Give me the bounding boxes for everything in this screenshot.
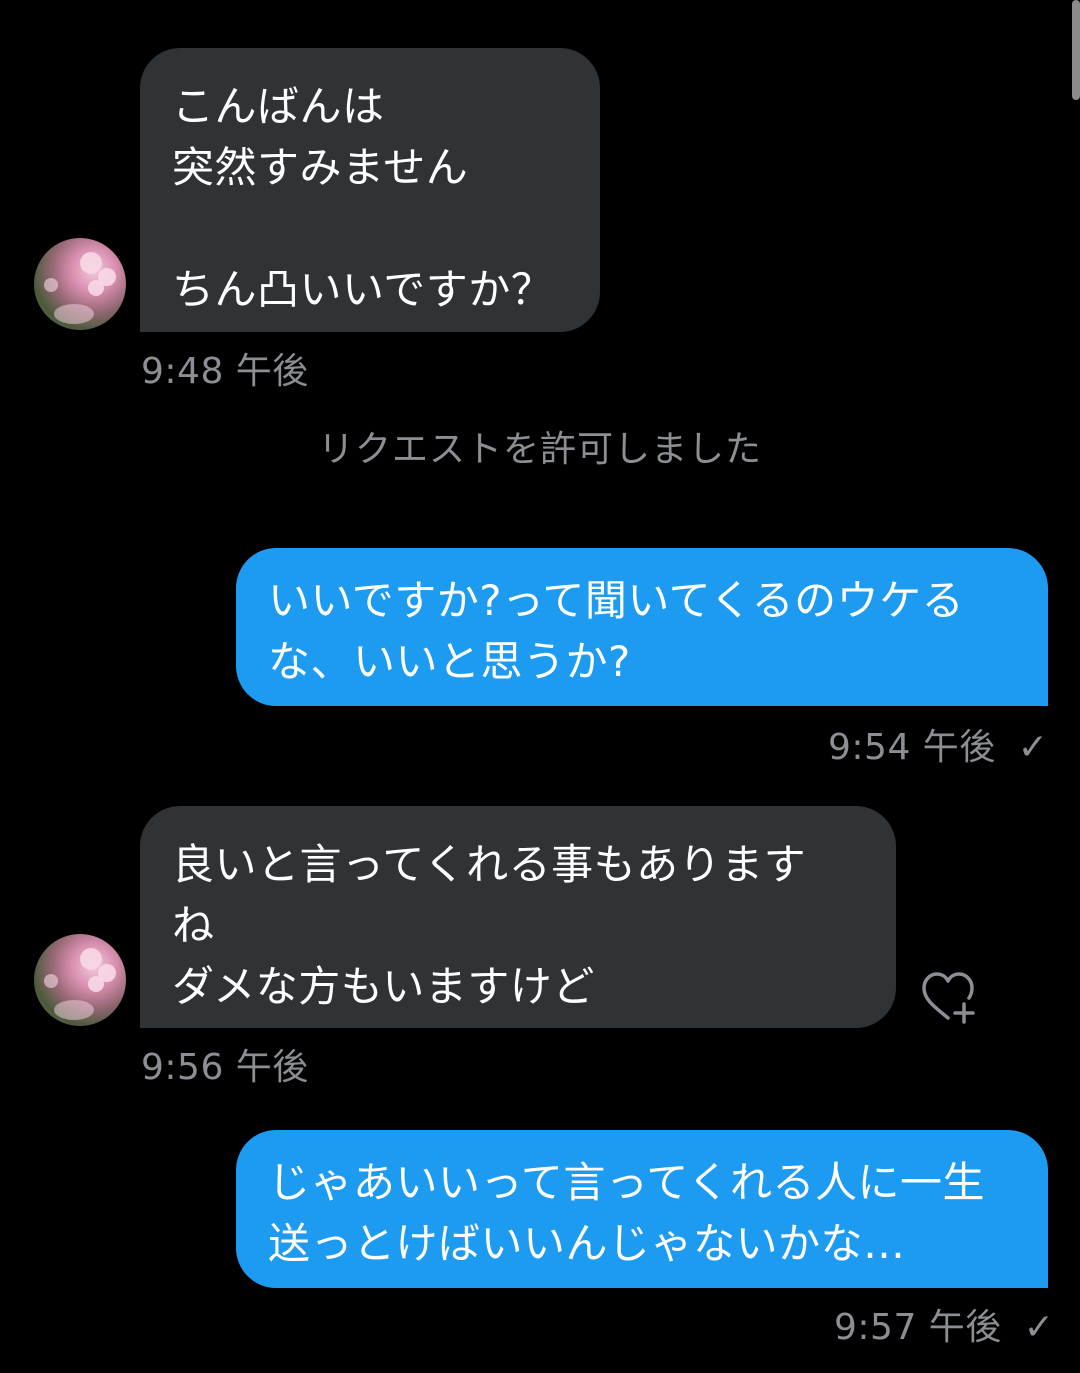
heart-plus-icon[interactable]	[918, 968, 978, 1028]
avatar[interactable]	[34, 934, 126, 1026]
message-time: 9:57 午後	[834, 1307, 1002, 1348]
message-time: 9:54 午後	[828, 727, 996, 768]
incoming-message-bubble[interactable]: こんばんは 突然すみません ちん凸いいですか？	[140, 48, 600, 332]
message-timestamp: 9:56 午後	[141, 1047, 309, 1088]
message-timestamp: 9:48 午後	[141, 351, 309, 392]
outgoing-message-bubble[interactable]: いいですか?って聞いてくるのウケる な、いいと思うか?	[236, 548, 1048, 706]
checkmark-icon: ✓	[1017, 727, 1049, 768]
outgoing-message-bubble[interactable]: じゃあいいって言ってくれる人に一生 送っとけばいいんじゃないかな…	[236, 1130, 1048, 1288]
message-timestamp: 9:54 午後 ✓	[828, 718, 1048, 770]
avatar[interactable]	[34, 238, 126, 330]
incoming-message-bubble[interactable]: 良いと言ってくれる事もあります ね ダメな方もいますけど	[140, 806, 896, 1028]
request-accepted-notice: リクエストを許可しました	[317, 429, 762, 470]
scrollbar[interactable]	[1072, 0, 1080, 100]
checkmark-icon: ✓	[1023, 1307, 1055, 1348]
message-timestamp: 9:57 午後 ✓	[834, 1298, 1054, 1350]
